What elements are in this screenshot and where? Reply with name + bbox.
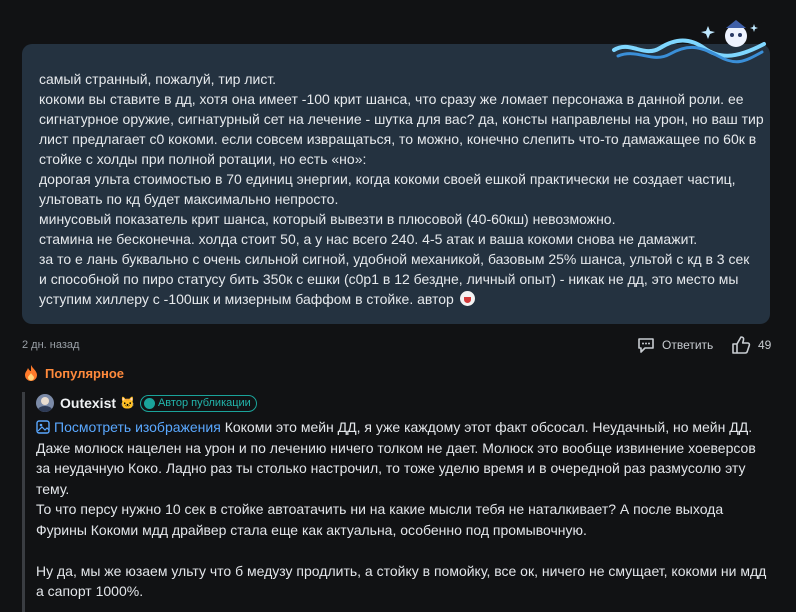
comment-line: стойке с холды при полной ротации, но ес… (39, 151, 367, 167)
comment-line: самый странный, пожалуй, тир лист. (39, 71, 277, 87)
reply-line: тему. (36, 480, 70, 497)
like-count: 49 (758, 338, 772, 352)
like-button[interactable]: 49 (730, 332, 771, 358)
comment-icon (638, 338, 654, 353)
comment-line: стамина не бесконечна. холда стоит 50, а… (39, 231, 698, 247)
comment-line: сигнатурное оружие, сигнатурный сет на л… (39, 111, 764, 127)
reply-author-row: Outexist 🐱 Автор публикации (36, 392, 257, 414)
author-name[interactable]: Outexist (60, 395, 116, 411)
comment-meta: 2 дн. назад Ответить 49 (22, 332, 774, 358)
reply-line: а сапорт 1000%. (36, 583, 144, 599)
reply-line: Кокоми это мейн ДД, я уже каждому этот ф… (220, 419, 753, 435)
view-images-label: Посмотреть изображения (54, 419, 221, 435)
reply-line (36, 540, 776, 561)
thumbs-up-icon (732, 336, 751, 354)
reply-quote-bar (22, 392, 25, 612)
comment-text: самый странный, пожалуй, тир лист. коком… (39, 69, 764, 309)
author-badge: Автор публикации (139, 394, 257, 412)
author-emoji-icon: 🐱 (120, 396, 135, 410)
image-icon (36, 420, 50, 434)
comment-line-last: уступим хиллеру с -100шк и мизерным бафф… (39, 289, 753, 309)
comment-line: минусовый показатель крит шанса, который… (39, 211, 616, 227)
clown-emoji-icon (459, 291, 475, 306)
reply-button[interactable]: Ответить (636, 332, 713, 358)
fire-icon (25, 365, 37, 381)
reply-first-line: Посмотреть изображения Кокоми это мейн Д… (36, 417, 776, 438)
reply-text: Посмотреть изображения Кокоми это мейн Д… (36, 417, 776, 602)
comment-line: ультовать по кд будет максимально непрос… (39, 191, 339, 207)
comment-bubble: самый странный, пожалуй, тир лист. коком… (22, 44, 770, 324)
comment-line: лист предлагает с0 кокоми. если совсем и… (39, 131, 757, 147)
comment-line: уступим хиллеру с -100шк и мизерным бафф… (39, 291, 454, 307)
avatar[interactable] (36, 394, 54, 412)
comment-line: и способной по пиро статусу бить 350к с … (39, 271, 739, 287)
comment-line: кокоми вы ставите в дд, хотя она имеет -… (39, 91, 744, 107)
reply-line: Ну да, мы же юзаем ульту что б медузу пр… (36, 562, 767, 579)
popular-label: Популярное (22, 362, 124, 384)
view-images-link[interactable]: Посмотреть изображения (36, 419, 221, 435)
reply-line: Фурины Кокоми мдд драйвер стала еще как … (36, 521, 587, 538)
reply-line: То что персу нужно 10 сек в стойке автоа… (36, 501, 724, 517)
reply-label: Ответить (662, 338, 714, 352)
wave-decoration-icon (612, 20, 766, 64)
author-badge-label: Автор публикации (157, 397, 251, 409)
popular-text: Популярное (45, 365, 125, 381)
comment-timestamp: 2 дн. назад (22, 339, 80, 351)
reply-line: за неудачную Коко. Ладно раз ты столько … (36, 460, 746, 476)
badge-icon (143, 397, 155, 409)
comment-line: дорогая ульта стоимостью в 70 единиц эне… (39, 171, 736, 187)
reply-line: Даже молюск нацелен на урон и по лечению… (36, 439, 756, 456)
comment-line: за то е лань буквально с очень сильной с… (39, 251, 750, 267)
